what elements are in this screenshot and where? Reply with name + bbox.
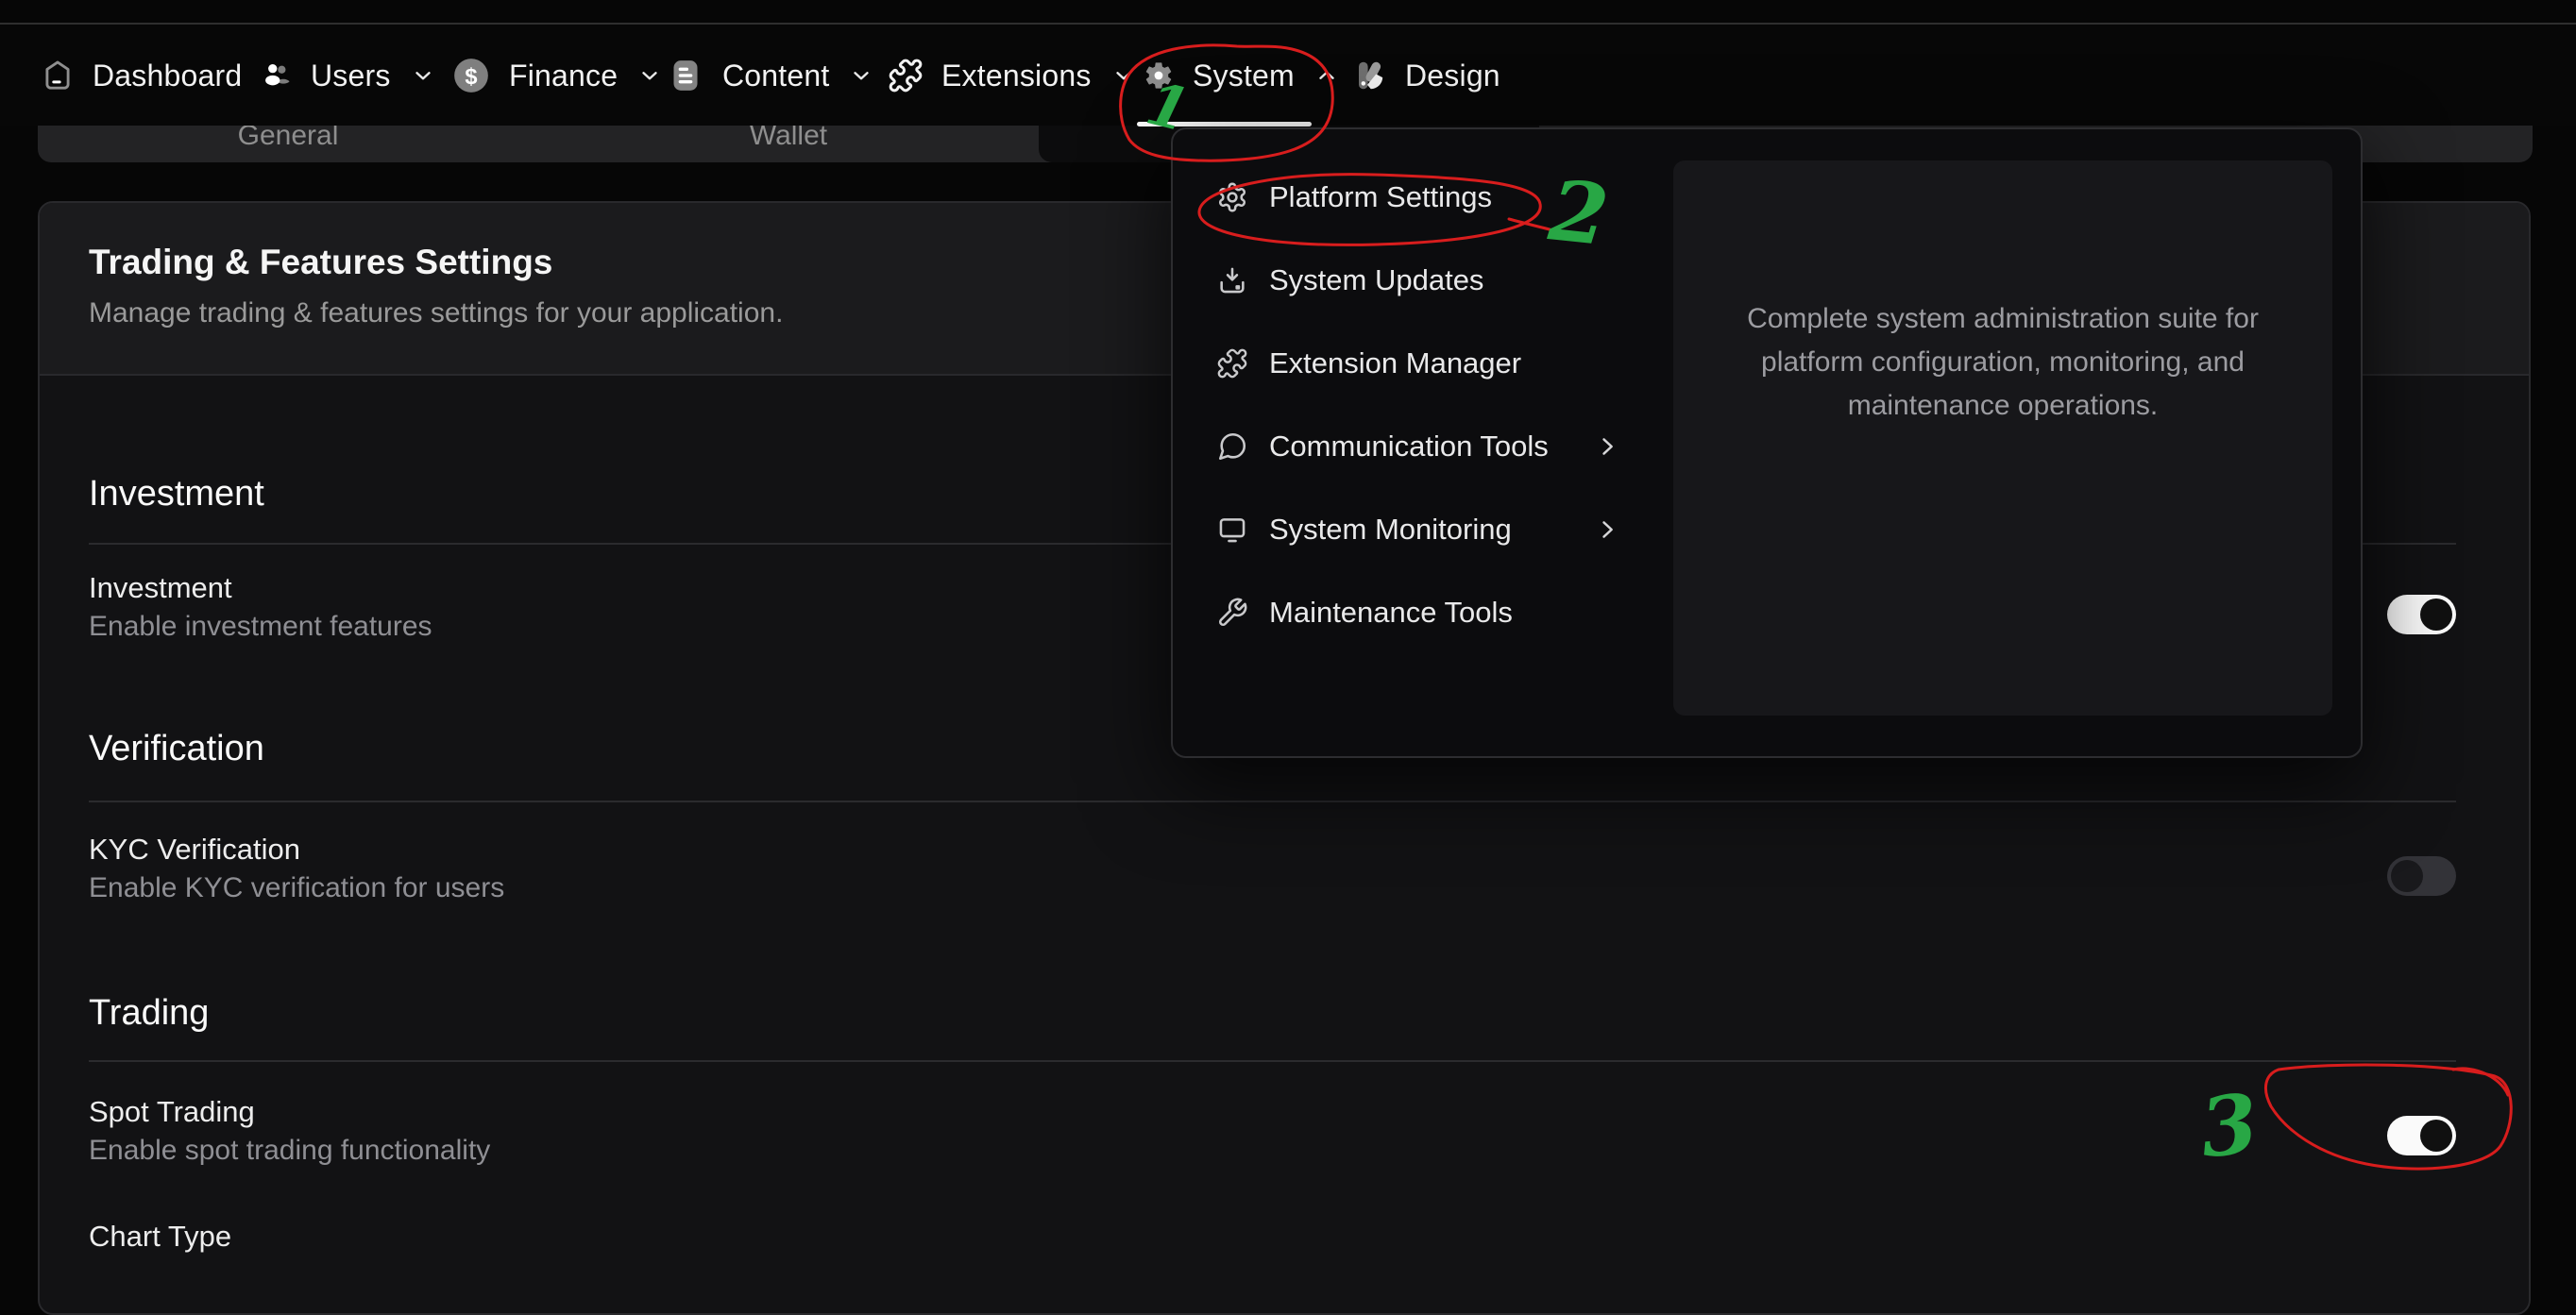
puzzle-icon (888, 58, 924, 93)
active-nav-underline (1137, 122, 1312, 126)
swatches-icon (1353, 59, 1387, 93)
toggle-investment[interactable] (2387, 595, 2456, 634)
nav-label: System (1193, 59, 1295, 93)
chevron-right-icon (1594, 433, 1620, 460)
document-icon (667, 57, 704, 94)
system-menu-description-panel: Complete system administration suite for… (1673, 160, 2332, 716)
row-label-chart-type: Chart Type (89, 1220, 231, 1254)
row-desc-spot-trading: Enable spot trading functionality (89, 1135, 490, 1167)
menu-item-label: System Updates (1269, 263, 1483, 297)
menu-item-maintenance-tools[interactable]: Maintenance Tools (1173, 571, 1673, 654)
chevron-right-icon (1594, 516, 1620, 543)
nav-label: Extensions (941, 59, 1092, 93)
nav-item-users[interactable]: Users (261, 51, 435, 100)
menu-item-extension-manager[interactable]: Extension Manager (1173, 322, 1673, 405)
wrench-icon (1216, 597, 1248, 629)
home-icon (41, 59, 75, 93)
nav-label: Dashboard (93, 59, 242, 93)
menu-item-communication-tools[interactable]: Communication Tools (1173, 405, 1673, 488)
nav-label: Users (311, 59, 391, 93)
gear-outline-icon (1216, 181, 1248, 213)
download-tray-icon (1216, 264, 1248, 296)
page-subtitle: Manage trading & features settings for y… (89, 297, 783, 329)
top-border-line (0, 23, 2576, 25)
toggle-knob (2420, 598, 2452, 631)
system-menu-list: Platform Settings System Updates Extensi… (1173, 156, 1673, 654)
gear-icon (1143, 59, 1175, 92)
nav-label: Finance (509, 59, 618, 93)
divider (89, 1060, 2456, 1062)
menu-item-label: Maintenance Tools (1269, 596, 1513, 630)
page-title: Trading & Features Settings (89, 243, 552, 282)
nav-item-finance[interactable]: $ Finance (451, 51, 662, 100)
chevron-up-icon (1314, 63, 1339, 88)
menu-item-platform-settings[interactable]: Platform Settings (1173, 156, 1673, 239)
nav-item-dashboard[interactable]: Dashboard (41, 51, 242, 100)
nav-item-content[interactable]: Content (667, 51, 873, 100)
menu-item-system-monitoring[interactable]: System Monitoring (1173, 488, 1673, 571)
toggle-spot-trading[interactable] (2387, 1116, 2456, 1155)
nav-item-extensions[interactable]: Extensions (888, 51, 1136, 100)
row-desc-kyc: Enable KYC verification for users (89, 872, 504, 904)
chevron-down-icon (1111, 63, 1136, 88)
nav-label: Content (722, 59, 829, 93)
nav-item-design[interactable]: Design (1353, 51, 1500, 100)
monitor-icon (1216, 514, 1248, 546)
chat-bubble-icon (1216, 430, 1248, 463)
svg-text:$: $ (465, 65, 477, 90)
row-label-investment: Investment (89, 571, 232, 605)
nav-label: Design (1405, 59, 1500, 93)
menu-item-label: Extension Manager (1269, 346, 1521, 380)
row-label-kyc: KYC Verification (89, 833, 300, 867)
main-navbar: Dashboard Users $ Finance (0, 25, 2576, 126)
menu-item-label: Platform Settings (1269, 180, 1492, 214)
menu-item-label: System Monitoring (1269, 513, 1512, 547)
chevron-down-icon (637, 63, 662, 88)
chevron-down-icon (849, 63, 873, 88)
chevron-down-icon (411, 63, 435, 88)
system-dropdown-menu: Platform Settings System Updates Extensi… (1171, 127, 2363, 758)
nav-item-system[interactable]: System (1143, 51, 1339, 100)
puzzle-icon (1216, 347, 1248, 379)
section-heading-investment: Investment (89, 474, 264, 514)
divider (89, 801, 2456, 802)
row-desc-investment: Enable investment features (89, 611, 432, 643)
dollar-circle-icon: $ (451, 56, 491, 95)
menu-item-label: Communication Tools (1269, 430, 1549, 464)
row-label-spot-trading: Spot Trading (89, 1095, 255, 1129)
users-icon (261, 59, 293, 92)
toggle-knob (2420, 1120, 2452, 1152)
menu-item-system-updates[interactable]: System Updates (1173, 239, 1673, 322)
section-heading-trading: Trading (89, 993, 209, 1034)
toggle-kyc-verification[interactable] (2387, 856, 2456, 896)
toggle-knob (2391, 860, 2423, 892)
section-heading-verification: Verification (89, 729, 264, 769)
system-menu-description: Complete system administration suite for… (1724, 297, 2281, 428)
